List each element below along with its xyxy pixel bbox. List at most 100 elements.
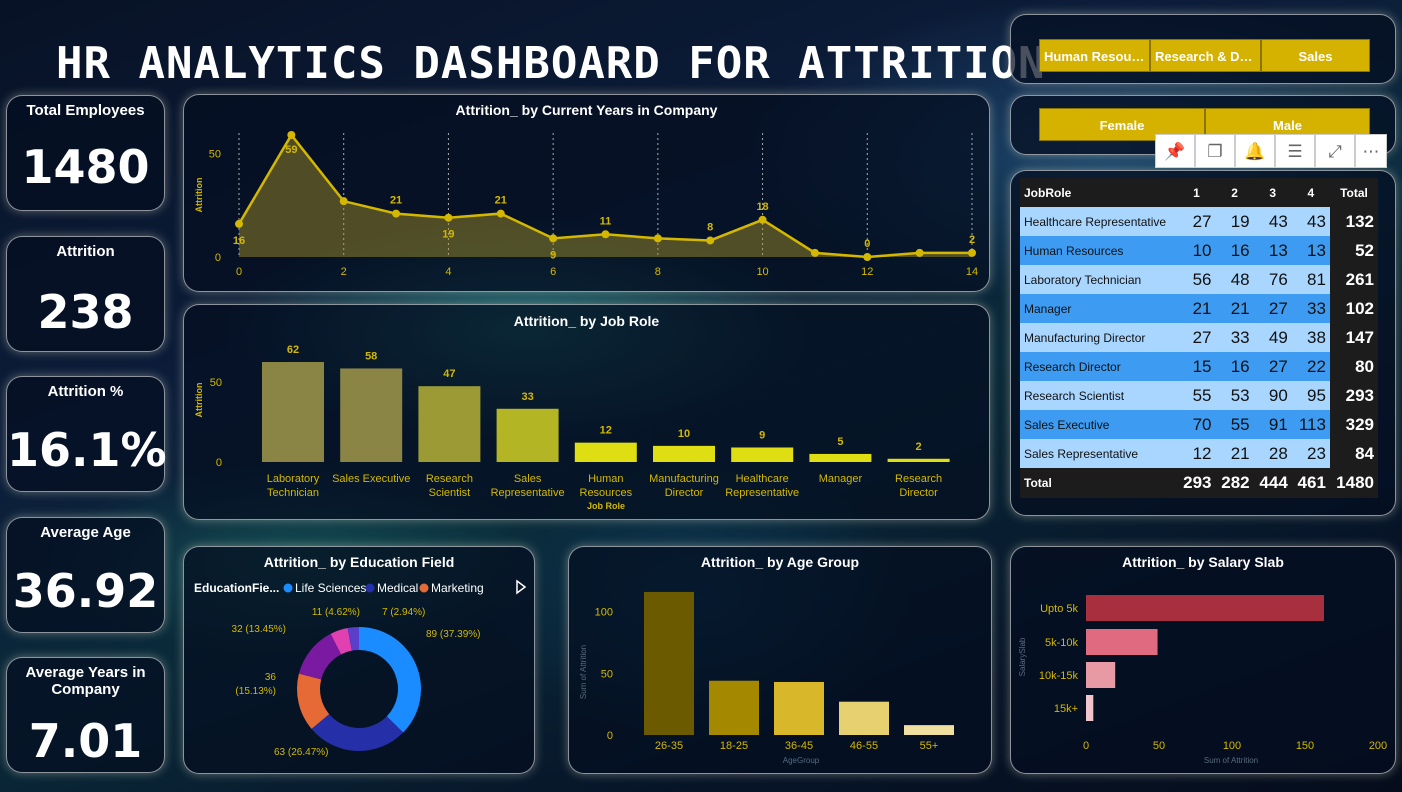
- bar: [418, 386, 481, 462]
- table-row[interactable]: Sales Representative 12 21 28 23 84: [1020, 439, 1378, 468]
- data-point: [339, 197, 348, 206]
- data-point: [863, 253, 872, 261]
- chart-age-panel: Attrition_ by Age Group 0 50 100 Sum of Att…: [568, 546, 992, 774]
- kpi-value: 7.01: [28, 714, 143, 768]
- area-fill: [239, 135, 972, 257]
- x-tick-label: 18-25: [720, 740, 748, 752]
- bar: [1086, 662, 1116, 688]
- data-label: 5: [837, 436, 843, 448]
- data-label: 47: [443, 368, 455, 380]
- x-tick-label: Manager: [819, 473, 863, 485]
- matrix-role-cell: Research Director: [1020, 352, 1178, 381]
- matrix-value-cell: 43: [1291, 207, 1330, 236]
- chart-salary-panel: Attrition_ by Salary Slab SalarySlab Upto…: [1010, 546, 1396, 774]
- copy-icon[interactable]: ❐: [1195, 134, 1235, 168]
- kpi-label: Average Age: [40, 524, 131, 541]
- matrix-value-cell: 23: [1291, 439, 1330, 468]
- matrix-header-col[interactable]: 2: [1215, 178, 1254, 207]
- bar: [574, 442, 637, 462]
- bar: [340, 368, 403, 462]
- x-tick-label: Sales Executive: [332, 473, 410, 485]
- bar: [839, 701, 889, 735]
- matrix-total-cell: 102: [1329, 294, 1378, 323]
- x-tick-label: 6: [550, 266, 556, 278]
- y-tick-label: 5k-10k: [1045, 637, 1079, 649]
- age-bar-chart: 0 50 100 Sum of Attrition 26-35 18-25 36-45 46-…: [579, 591, 954, 765]
- education-donut-chart: EducationFie... Life Sciences Medical Marke…: [194, 579, 527, 758]
- kpi-attrition: Attrition 238: [6, 236, 165, 352]
- kpi-label: Total Employees: [26, 102, 145, 119]
- x-tick-label: Resources: [580, 487, 633, 499]
- matrix-value-cell: 70: [1177, 410, 1216, 439]
- matrix-value-cell: 48: [1215, 265, 1254, 294]
- matrix-value-cell: 38: [1291, 323, 1330, 352]
- slicer-department-sales[interactable]: Sales: [1261, 39, 1370, 72]
- x-tick-label: 0: [1083, 740, 1089, 752]
- data-label: 89 (37.39%): [426, 629, 480, 640]
- filter-icon[interactable]: ☰: [1275, 134, 1315, 168]
- matrix-header-row: JobRole 1 2 3 4 Total: [1020, 178, 1378, 207]
- bar: [496, 408, 559, 462]
- matrix-value-cell: 21: [1215, 439, 1254, 468]
- data-label: (15.13%): [235, 686, 276, 697]
- data-label: 11 (4.62%): [312, 607, 360, 618]
- jobrole-bar-chart: 50 0 Attrition 62 Laboratory Technician 58 Sale…: [194, 344, 950, 511]
- matrix-value-cell: 27: [1177, 323, 1216, 352]
- table-row[interactable]: Healthcare Representative 27 19 43 43 132: [1020, 207, 1378, 236]
- more-icon[interactable]: ⋯: [1355, 134, 1387, 168]
- table-row[interactable]: Manufacturing Director 27 33 49 38 147: [1020, 323, 1378, 352]
- y-tick-label: Upto 5k: [1040, 603, 1078, 615]
- expand-icon[interactable]: ⤢: [1315, 134, 1355, 168]
- data-point: [496, 209, 505, 218]
- matrix-header-col[interactable]: 1: [1177, 178, 1216, 207]
- matrix-value-cell: 56: [1177, 265, 1216, 294]
- x-tick-label: Director: [899, 487, 938, 499]
- y-tick-label: 50: [210, 377, 222, 389]
- matrix-value-cell: 55: [1215, 410, 1254, 439]
- matrix-role-cell: Sales Executive: [1020, 410, 1178, 439]
- table-row[interactable]: Human Resources 10 16 13 13 52: [1020, 236, 1378, 265]
- legend-dot: [365, 583, 375, 593]
- matrix-total-value: 444: [1253, 468, 1292, 498]
- pin-icon[interactable]: 📌: [1155, 134, 1195, 168]
- visual-toolbar: 📌 ❐ 🔔 ☰ ⤢ ⋯: [1155, 134, 1395, 170]
- table-row[interactable]: Sales Executive 70 55 91 113 329: [1020, 410, 1378, 439]
- x-tick-label: Sales: [514, 473, 542, 485]
- data-label: 18: [756, 201, 768, 213]
- table-row[interactable]: Research Director 15 16 27 22 80: [1020, 352, 1378, 381]
- bar: [809, 453, 872, 462]
- data-label: 59: [285, 144, 297, 156]
- data-label: 21: [495, 195, 507, 207]
- matrix-header-col[interactable]: 3: [1253, 178, 1292, 207]
- legend-item: Medical: [377, 581, 418, 595]
- matrix-value-cell: 33: [1215, 323, 1254, 352]
- table-row[interactable]: Laboratory Technician 56 48 76 81 261: [1020, 265, 1378, 294]
- matrix-value-cell: 49: [1253, 323, 1292, 352]
- salary-bar-chart: SalarySlab Upto 5k 5k-10k 10k-15k 15k+ 0 50 100…: [1018, 595, 1387, 765]
- x-tick-label: 46-55: [850, 740, 878, 752]
- y-axis-label: SalarySlab: [1018, 637, 1027, 676]
- x-tick-label: 55+: [920, 740, 939, 752]
- matrix-role-cell: Laboratory Technician: [1020, 265, 1178, 294]
- legend-title: EducationFie...: [194, 581, 279, 595]
- x-tick-label: 26-35: [655, 740, 683, 752]
- data-label: 0: [864, 238, 870, 250]
- kpi-label: Attrition: [56, 243, 115, 260]
- matrix-value-cell: 81: [1291, 265, 1330, 294]
- data-point: [915, 248, 924, 257]
- x-tick-label: 12: [861, 266, 873, 278]
- legend-next-icon: [516, 579, 527, 595]
- data-point: [810, 248, 819, 257]
- matrix-header-col[interactable]: 4: [1291, 178, 1330, 207]
- matrix-header-total[interactable]: Total: [1329, 178, 1378, 207]
- slicer-department-rd[interactable]: Research & De...: [1150, 39, 1261, 72]
- data-point: [287, 131, 296, 139]
- table-row[interactable]: Manager 21 21 27 33 102: [1020, 294, 1378, 323]
- table-row[interactable]: Research Scientist 55 53 90 95 293: [1020, 381, 1378, 410]
- bell-icon[interactable]: 🔔: [1235, 134, 1275, 168]
- matrix-header-jobrole[interactable]: JobRole: [1020, 178, 1178, 207]
- matrix-total-row: Total 293 282 444 461 1480: [1020, 468, 1378, 498]
- matrix-value-cell: 33: [1291, 294, 1330, 323]
- data-label: 2: [916, 441, 922, 453]
- slicer-department-hr[interactable]: Human Resour...: [1039, 39, 1150, 72]
